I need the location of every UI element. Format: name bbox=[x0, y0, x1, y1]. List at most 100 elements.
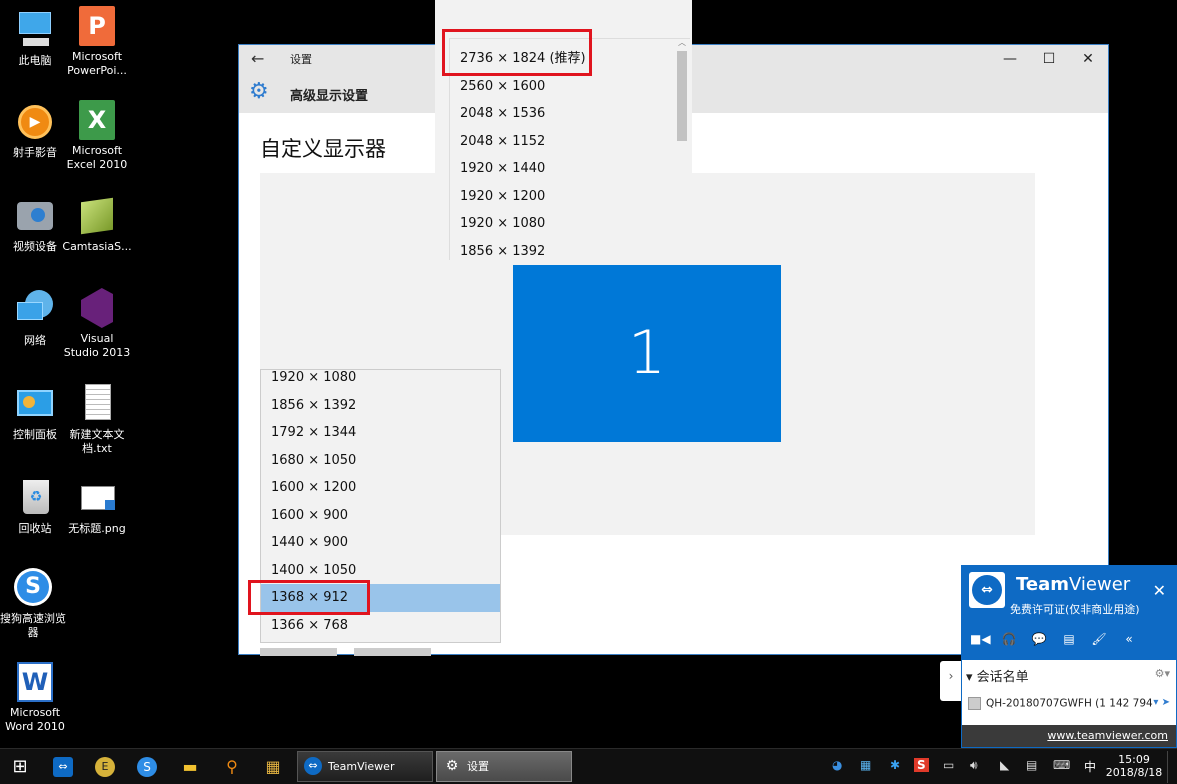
resolution-option[interactable]: 2048 × 1536 bbox=[450, 100, 675, 128]
volume-icon[interactable]: 🔊︎ bbox=[970, 758, 978, 773]
clock-date: 2018/8/18 bbox=[1105, 766, 1163, 779]
search-icon[interactable]: ⚲ bbox=[222, 757, 242, 777]
start-button[interactable]: ⊞ bbox=[10, 757, 30, 777]
teamviewer-brand: TeamViewer bbox=[1016, 574, 1130, 595]
teamviewer-close-button[interactable]: ✕ bbox=[1153, 581, 1166, 600]
tray-network-app-icon[interactable]: ▦ bbox=[860, 758, 871, 772]
teamviewer-pinned-icon[interactable]: ⇔ bbox=[53, 757, 73, 777]
resolution-option[interactable]: 1600 × 1200 bbox=[261, 474, 500, 502]
file-icon[interactable]: ▤ bbox=[1060, 632, 1078, 646]
desktop-icon-word[interactable]: W Microsoft Word 2010 bbox=[0, 662, 70, 734]
teamviewer-expand-toggle[interactable]: › bbox=[940, 661, 962, 701]
desktop-icon-excel[interactable]: X Microsoft Excel 2010 bbox=[62, 100, 132, 172]
resolution-option[interactable]: 1920 × 1440 bbox=[450, 155, 675, 183]
keyboard-icon[interactable]: ⌨ bbox=[1053, 758, 1070, 772]
sogou-browser-icon: S bbox=[13, 568, 53, 608]
resolution-option[interactable]: 1856 × 1392 bbox=[450, 238, 675, 261]
whiteboard-brush-icon[interactable]: 🖌 bbox=[1090, 632, 1108, 646]
battery-icon[interactable]: ▭ bbox=[943, 758, 954, 772]
image-file-icon bbox=[77, 478, 117, 518]
cancel-button[interactable] bbox=[354, 648, 431, 656]
taskbar-app-teamviewer[interactable]: ⇔ TeamViewer bbox=[297, 751, 433, 782]
resolution-option[interactable]: 1920 × 1080 bbox=[450, 210, 675, 238]
teamviewer-website-link[interactable]: www.teamviewer.com bbox=[1047, 729, 1168, 742]
resolution-option[interactable]: 1680 × 1050 bbox=[261, 447, 500, 475]
video-icon[interactable]: ■◀ bbox=[970, 632, 991, 646]
desktop-icon-powerpoint[interactable]: P Microsoft PowerPoi... bbox=[62, 6, 132, 78]
resolution-option[interactable]: 1600 × 900 bbox=[261, 502, 500, 530]
computer-icon bbox=[15, 10, 55, 50]
word-icon: W bbox=[15, 662, 55, 702]
resolution-option[interactable]: 1440 × 900 bbox=[261, 529, 500, 557]
maximize-button[interactable]: ☐ bbox=[1034, 49, 1064, 69]
visual-studio-icon bbox=[77, 288, 117, 328]
clock[interactable]: 15:09 2018/8/18 bbox=[1105, 753, 1163, 779]
scrollbar[interactable]: ︿ bbox=[676, 37, 688, 260]
collapse-icon[interactable]: « bbox=[1120, 632, 1138, 646]
resolution-option[interactable]: 1856 × 1392 bbox=[261, 392, 500, 420]
taskbar: ⊞ ⇔ E S ▬ ⚲ ▦ ⇔ TeamViewer ⚙ 设置 ◕ ▦ ✱ S ▭ … bbox=[0, 748, 1177, 784]
clock-time: 15:09 bbox=[1118, 753, 1150, 766]
sogou-input-icon[interactable]: S bbox=[914, 758, 929, 772]
desktop-icon-sogou-browser[interactable]: S 搜狗高速浏览器 bbox=[0, 568, 68, 640]
desktop-icon-text-file[interactable]: 新建文本文档.txt bbox=[62, 384, 132, 456]
page-title: 高级显示设置 bbox=[290, 89, 369, 104]
excel-icon: X bbox=[77, 100, 117, 140]
pinned-tool-icon[interactable]: ▦ bbox=[263, 757, 283, 777]
show-desktop-button[interactable] bbox=[1167, 751, 1175, 783]
wifi-icon[interactable]: ◣ bbox=[1000, 758, 1009, 772]
desktop-icon-network[interactable]: 网络 bbox=[0, 290, 70, 348]
headset-icon[interactable]: 🎧 bbox=[1000, 632, 1018, 646]
session-list-title: 会话名单 bbox=[976, 670, 1029, 685]
brand-bold: Team bbox=[1016, 574, 1069, 595]
resolution-option[interactable]: 2560 × 1600 bbox=[450, 73, 675, 101]
desktop-icon-camtasia[interactable]: CamtasiaS... bbox=[62, 196, 132, 254]
notification-icon[interactable]: ▤ bbox=[1026, 758, 1037, 772]
file-explorer-icon[interactable]: ▬ bbox=[180, 757, 200, 777]
desktop-icon-media-player[interactable]: ▶ 射手影音 bbox=[0, 102, 70, 160]
network-icon bbox=[15, 290, 55, 330]
pinned-app-icon[interactable]: E bbox=[95, 757, 115, 777]
pointer-icon[interactable]: ▾ ➤ bbox=[1153, 697, 1170, 708]
resolution-option[interactable]: 1920 × 1080 bbox=[261, 370, 500, 392]
resolution-option[interactable]: 2048 × 1152 bbox=[450, 128, 675, 156]
desktop-icon-this-pc[interactable]: 此电脑 bbox=[0, 10, 70, 68]
desktop-icon-visual-studio[interactable]: Visual Studio 2013 bbox=[62, 288, 132, 360]
brand-light: Viewer bbox=[1069, 574, 1131, 595]
apply-button[interactable] bbox=[260, 648, 337, 656]
bluetooth-icon[interactable]: ✱ bbox=[890, 758, 900, 772]
session-row[interactable]: QH-20180707GWFH (1 142 794 bbox=[968, 697, 1153, 710]
gear-icon: ⚙ bbox=[249, 79, 269, 104]
control-panel-icon bbox=[15, 384, 55, 424]
back-button[interactable]: ← bbox=[251, 49, 271, 69]
sogou-browser-icon[interactable]: S bbox=[137, 757, 157, 777]
chat-icon[interactable]: 💬 bbox=[1030, 632, 1048, 646]
highlight-box-selected bbox=[248, 580, 370, 615]
resolution-option[interactable]: 1920 × 1200 bbox=[450, 183, 675, 211]
avatar-icon bbox=[968, 697, 981, 710]
media-player-icon: ▶ bbox=[15, 102, 55, 142]
desktop-icon-video-device[interactable]: 视频设备 bbox=[0, 196, 70, 254]
teamviewer-header: ⇔ TeamViewer 免费许可证(仅非商业用途) ✕ ■◀ 🎧 💬 ▤ 🖌 … bbox=[962, 566, 1176, 660]
input-language[interactable]: 中 bbox=[1084, 758, 1096, 775]
window-title: 设置 bbox=[290, 53, 312, 66]
gear-icon[interactable]: ⚙▾ bbox=[1155, 667, 1170, 680]
close-button[interactable]: ✕ bbox=[1073, 49, 1103, 69]
scroll-up-icon[interactable]: ︿ bbox=[676, 37, 688, 48]
session-list-header[interactable]: ▾ 会话名单 bbox=[966, 666, 1029, 685]
resolution-option[interactable]: 1792 × 1344 bbox=[261, 419, 500, 447]
resolution-option[interactable]: 1366 × 768 bbox=[261, 612, 500, 640]
desktop-icon-control-panel[interactable]: 控制面板 bbox=[0, 384, 70, 442]
teamviewer-logo-icon: ⇔ bbox=[969, 572, 1005, 608]
teamviewer-panel: ⇔ TeamViewer 免费许可证(仅非商业用途) ✕ ■◀ 🎧 💬 ▤ 🖌 … bbox=[961, 565, 1177, 748]
monitor-1[interactable]: 1 bbox=[513, 265, 781, 442]
desktop-icon-image-file[interactable]: 无标题.png bbox=[62, 478, 132, 536]
minimize-button[interactable]: — bbox=[995, 49, 1025, 69]
tray-app-icon[interactable]: ◕ bbox=[832, 758, 842, 772]
taskbar-app-settings[interactable]: ⚙ 设置 bbox=[436, 751, 572, 782]
desktop-icon-recycle-bin[interactable]: ♻ 回收站 bbox=[0, 478, 70, 536]
powerpoint-icon: P bbox=[77, 6, 117, 46]
license-text: 免费许可证(仅非商业用途) bbox=[1010, 603, 1140, 616]
scrollbar-thumb[interactable] bbox=[677, 51, 687, 141]
desktop: 此电脑 P Microsoft PowerPoi... ▶ 射手影音 X Mic… bbox=[0, 0, 1177, 748]
